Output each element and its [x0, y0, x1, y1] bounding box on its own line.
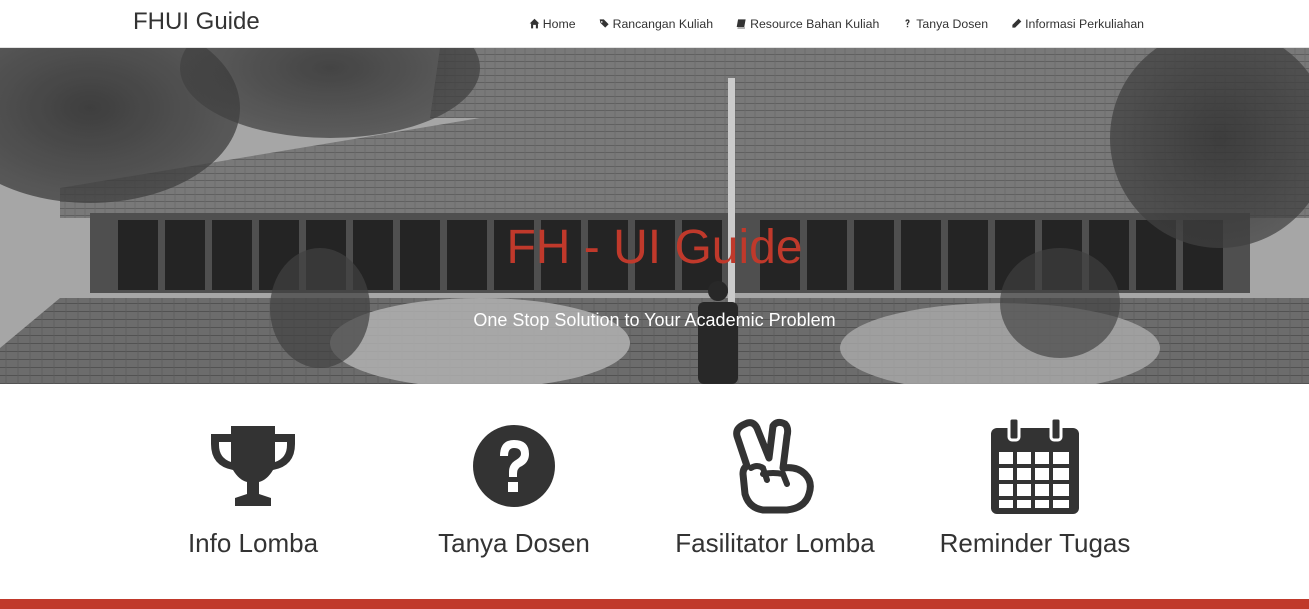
nav-item-resource-bahan-kuliah[interactable]: Resource Bahan Kuliah [736, 17, 879, 31]
footer-accent-bar [0, 599, 1309, 609]
nav-item-tanya-dosen[interactable]: Tanya Dosen [902, 17, 988, 31]
question-circle-icon [473, 425, 555, 507]
features-section: Info Lomba Tanya Dosen Fasilitator Lomba [0, 384, 1309, 599]
nav-item-informasi-perkuliahan[interactable]: Informasi Perkuliahan [1011, 17, 1144, 31]
nav-item-label: Resource Bahan Kuliah [750, 16, 880, 31]
nav-item-label: Informasi Perkuliahan [1025, 16, 1144, 31]
nav-item-label: Home [542, 16, 576, 31]
trophy-icon [211, 426, 295, 506]
question-icon [905, 19, 910, 28]
pencil-icon [1012, 18, 1022, 28]
navbar: FHUI Guide Home Rancangan Kuliah Resourc… [0, 0, 1309, 48]
feature-label: Fasilitator Lomba [675, 528, 875, 558]
peace-hand-icon [733, 418, 814, 514]
nav-item-label: Rancangan Kuliah [612, 16, 714, 31]
brand-link[interactable]: FHUI Guide [133, 8, 260, 36]
book-icon [736, 19, 746, 29]
campus-building-photo [0, 48, 1309, 384]
hero-title: FH - UI Guide [506, 221, 803, 274]
tags-icon [599, 19, 609, 28]
home-icon [529, 18, 540, 29]
nav-item-home[interactable]: Home [529, 17, 576, 31]
feature-label: Reminder Tugas [939, 528, 1131, 558]
hero-banner: FH - UI Guide One Stop Solution to Your … [0, 48, 1309, 384]
feature-label: Tanya Dosen [438, 528, 590, 558]
nav-menu: Home Rancangan Kuliah Resource Bahan Kul… [529, 0, 1144, 47]
nav-item-label: Tanya Dosen [916, 16, 989, 31]
calendar-icon [991, 418, 1079, 514]
feature-label: Info Lomba [187, 528, 319, 558]
nav-item-rancangan-kuliah[interactable]: Rancangan Kuliah [599, 16, 714, 31]
hero-subtitle: One Stop Solution to Your Academic Probl… [473, 310, 836, 330]
